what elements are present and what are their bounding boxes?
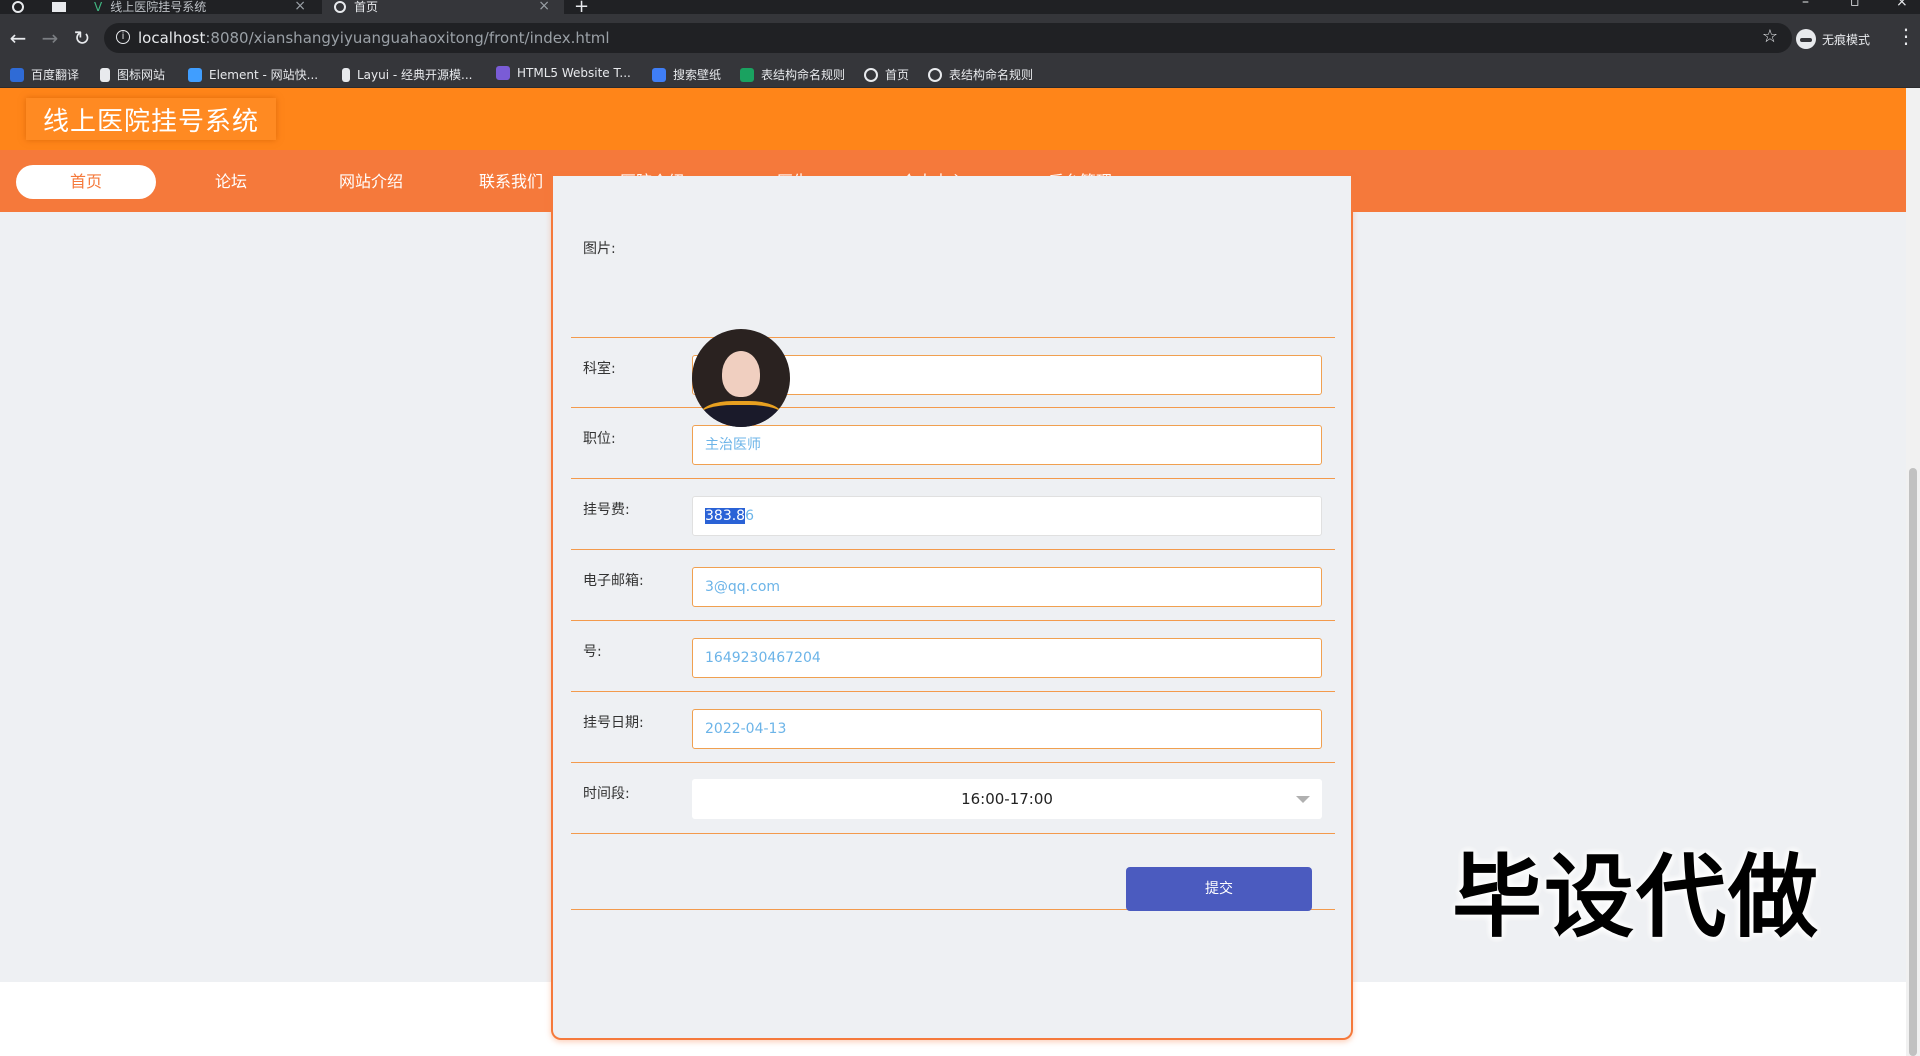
nav-item-home[interactable]: 首页	[16, 165, 156, 199]
bookmark-item[interactable]: Layui - 经典开源模...	[342, 66, 472, 83]
bookmark-item[interactable]: 表结构命名规则	[740, 66, 845, 83]
bookmark-label: Layui - 经典开源模...	[357, 68, 473, 82]
bookmark-label: 表结构命名规则	[761, 68, 846, 82]
incognito-icon	[1796, 29, 1816, 49]
form-row-number: 号: 1649230467204	[571, 621, 1335, 692]
bookmark-item[interactable]: Element - 网站快...	[188, 66, 318, 83]
url-host: localhost	[138, 29, 206, 47]
form-row-department: 科室: 内科	[571, 338, 1335, 408]
sheet-icon	[740, 67, 754, 82]
fee-field[interactable]: 383.86	[692, 496, 1322, 536]
form-row-date: 挂号日期: 2022-04-13	[571, 692, 1335, 763]
form-row-position: 职位: 主治医师	[571, 408, 1335, 479]
bookmarks-bar: 百度翻译 图标网站 Element - 网站快... Layui - 经典开源模…	[0, 62, 1920, 88]
email-label: 电子邮箱:	[583, 573, 644, 589]
close-icon[interactable]: ×	[538, 0, 550, 14]
menu-kebab-icon[interactable]: ⋮	[1896, 24, 1916, 48]
doctor-photo	[692, 329, 790, 427]
window-close-icon[interactable]: ×	[1896, 0, 1908, 10]
position-field[interactable]: 主治医师	[692, 425, 1322, 465]
translate-icon	[10, 67, 24, 82]
vue-icon: V	[94, 0, 103, 14]
browser-tab-strip: V 线上医院挂号系统 × 首页 × + – ▫ ×	[0, 0, 1920, 17]
tab-system[interactable]: V 线上医院挂号系统 ×	[80, 0, 320, 14]
site-title: 线上医院挂号系统	[42, 106, 259, 137]
bookmark-label: 表结构命名规则	[949, 68, 1034, 82]
bookmark-label: 首页	[885, 68, 910, 82]
maximize-icon[interactable]: ▫	[1850, 0, 1860, 10]
bookmark-item[interactable]: 百度翻译	[10, 66, 79, 83]
email-field[interactable]: 3@qq.com	[692, 567, 1322, 607]
bookmark-item[interactable]: HTML5 Website T...	[496, 66, 631, 80]
picture-label: 图片:	[583, 241, 616, 257]
time-slot-value: 16:00-17:00	[961, 790, 1053, 808]
form-row-email: 电子邮箱: 3@qq.com	[571, 550, 1335, 621]
close-icon[interactable]: ×	[294, 0, 306, 14]
number-field[interactable]: 1649230467204	[692, 638, 1322, 678]
tab-pinned[interactable]	[0, 0, 36, 14]
page-viewport: 线上医院挂号系统 首页 论坛 网站介绍 联系我们 医院介绍 医生 个人中心 后台…	[0, 88, 1920, 1056]
chevron-down-icon	[1296, 796, 1310, 803]
fee-rest-text: 6	[745, 508, 755, 524]
bookmark-label: Element - 网站快...	[209, 68, 319, 82]
bookmark-star-icon[interactable]: ☆	[1762, 26, 1778, 47]
date-field[interactable]: 2022-04-13	[692, 709, 1322, 749]
bookmark-label: 搜索壁纸	[673, 68, 722, 82]
back-arrow-icon[interactable]: ←	[6, 26, 30, 50]
watermark-text: 毕设代做	[1452, 845, 1820, 950]
department-label: 科室:	[583, 361, 616, 377]
bookmark-label: 百度翻译	[31, 68, 80, 82]
fee-selected-text: 383.8	[705, 508, 746, 524]
time-label: 时间段:	[583, 786, 630, 802]
html5-icon	[496, 66, 510, 80]
time-slot-select[interactable]: 16:00-17:00	[692, 779, 1322, 819]
fee-label: 挂号费:	[583, 502, 630, 518]
bookmark-item[interactable]: 图标网站	[100, 66, 165, 83]
incognito-label: 无痕模式	[1822, 32, 1871, 47]
nav-item-forum[interactable]: 论坛	[161, 165, 301, 199]
scrollbar-thumb[interactable]	[1909, 468, 1917, 1056]
bookmark-label: 图标网站	[117, 68, 166, 82]
bookmark-item[interactable]: 首页	[864, 66, 909, 83]
tab-title: 首页	[354, 0, 379, 14]
info-icon[interactable]: i	[116, 30, 130, 44]
page-icon	[52, 2, 66, 12]
form-row-picture: 图片:	[571, 176, 1335, 338]
bookmark-item[interactable]: 表结构命名规则	[928, 66, 1033, 83]
position-label: 职位:	[583, 431, 616, 447]
number-label: 号:	[583, 644, 602, 660]
site-header: 线上医院挂号系统	[0, 88, 1906, 150]
site-logo[interactable]: 线上医院挂号系统	[26, 98, 276, 140]
url-path: :8080/xianshangyiyuanguahaoxitong/front/…	[205, 29, 610, 47]
url-text[interactable]: localhost:8080/xianshangyiyuanguahaoxito…	[138, 29, 610, 47]
element-icon	[188, 67, 202, 82]
globe-icon	[334, 1, 346, 13]
form-row-fee: 挂号费: 383.86	[571, 479, 1335, 550]
chrome-icon	[12, 1, 24, 13]
nav-item-about-site[interactable]: 网站介绍	[301, 165, 441, 199]
minimize-icon[interactable]: –	[1802, 0, 1809, 10]
form-row-time: 时间段: 16:00-17:00	[571, 763, 1335, 834]
tab-home[interactable]: 首页 ×	[322, 0, 564, 14]
incognito-indicator[interactable]: 无痕模式	[1796, 28, 1870, 50]
tab-blank[interactable]	[36, 0, 76, 14]
url-bar[interactable]: i localhost:8080/xianshangyiyuanguahaoxi…	[104, 23, 1792, 53]
globe-icon	[928, 67, 942, 82]
forward-arrow-icon[interactable]: →	[38, 26, 62, 50]
reload-icon[interactable]: ↻	[70, 26, 94, 50]
address-toolbar: ← → ↻ i localhost:8080/xianshangyiyuangu…	[0, 14, 1920, 62]
submit-button[interactable]: 提交	[1126, 867, 1312, 911]
globe-icon	[864, 67, 878, 82]
flag-icon	[100, 67, 110, 82]
wallpaper-icon	[652, 67, 666, 82]
bookmark-label: HTML5 Website T...	[517, 66, 631, 80]
bookmark-item[interactable]: 搜索壁纸	[652, 66, 721, 83]
tab-title: 线上医院挂号系统	[110, 0, 207, 14]
layui-icon	[342, 67, 350, 82]
date-label: 挂号日期:	[583, 715, 644, 731]
